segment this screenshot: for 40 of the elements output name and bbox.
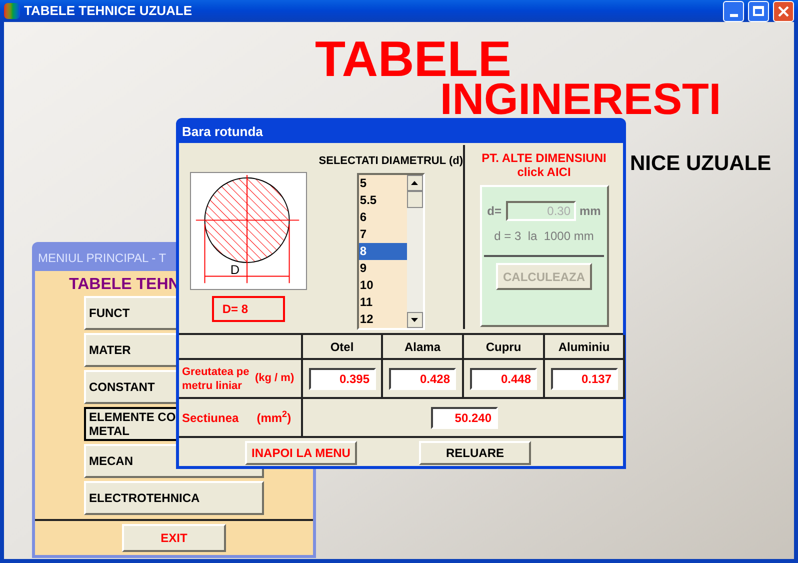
diameter-listbox[interactable]: 5 5.5 6 7 8 9 10 11 12 <box>356 172 425 330</box>
list-item[interactable]: 10 <box>358 276 407 294</box>
scroll-up-icon[interactable] <box>406 174 423 190</box>
column-header: Alama <box>383 335 464 358</box>
list-item[interactable]: 11 <box>358 294 407 310</box>
menu-button[interactable]: ELECTROTEHNICA <box>84 481 264 515</box>
maximize-icon[interactable] <box>748 0 769 22</box>
column-header: Aluminiu <box>545 335 625 358</box>
value-field: 0.448 <box>470 368 537 390</box>
menu-window-title: MENIUL PRINCIPAL - T <box>38 250 166 267</box>
field-label: d= <box>487 203 502 220</box>
close-icon[interactable] <box>773 0 794 22</box>
value-field: 0.137 <box>550 368 618 390</box>
list-item[interactable]: 5.5 <box>358 192 407 208</box>
round-bar-cross-section-drawing: D <box>190 172 308 290</box>
row-label: Sectiunea <box>182 410 239 426</box>
banner-subtitle: NICE UZUALE <box>630 152 772 176</box>
list-item[interactable]: 9 <box>358 260 407 276</box>
list-title: SELECTATI DIAMETRUL (d) <box>318 154 463 169</box>
scroll-down-icon[interactable] <box>406 312 423 328</box>
unit-label: mm <box>580 203 601 220</box>
scroll-thumb[interactable] <box>406 190 423 208</box>
dialog-button[interactable]: RELUARE <box>419 441 531 465</box>
value-field: 0.395 <box>308 368 376 390</box>
minimize-icon[interactable] <box>723 0 744 22</box>
list-item[interactable]: 5 <box>358 174 407 192</box>
scrollbar[interactable] <box>406 174 423 328</box>
list-item[interactable]: 6 <box>358 208 407 226</box>
column-header: Cupru <box>464 335 545 358</box>
diameter-readout: D= 8 <box>212 296 286 322</box>
window-title: TABELE TEHNICE UZUALE <box>24 2 194 20</box>
range-hint: d = 3 la 1000 mm <box>494 228 594 245</box>
app-icon <box>4 3 20 19</box>
value-field: 0.428 <box>389 368 456 390</box>
list-item[interactable]: 7 <box>358 226 407 242</box>
value-field: 50.240 <box>430 406 498 428</box>
dialog-title: Bara rotunda <box>181 123 264 142</box>
list-item[interactable]: 12 <box>358 310 407 328</box>
column-header: Otel <box>303 335 383 358</box>
list-item[interactable]: 8 <box>358 242 407 260</box>
